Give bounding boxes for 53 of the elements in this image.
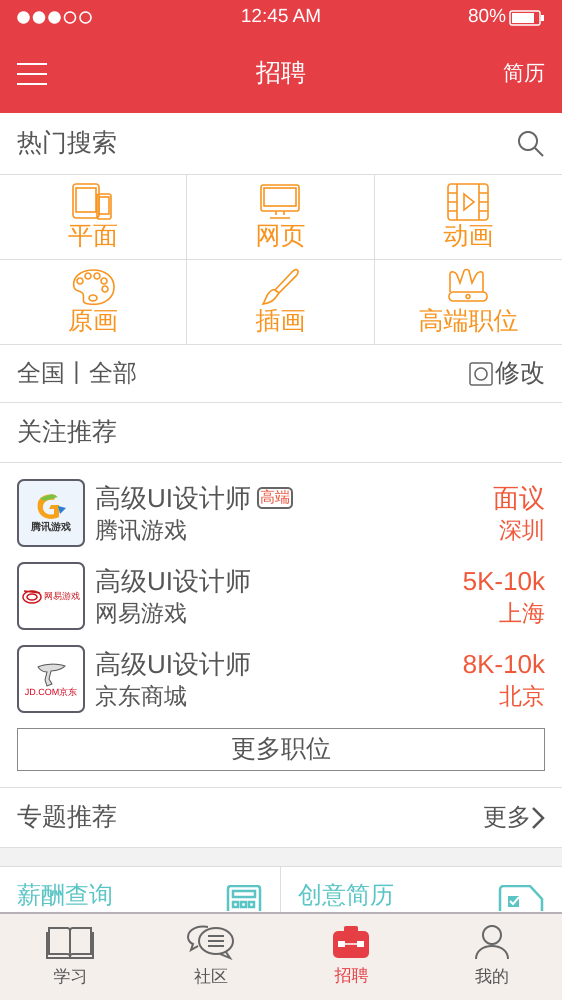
salary: 5K-10k bbox=[462, 565, 545, 598]
company-name: 网易游戏 bbox=[95, 599, 188, 628]
company-name: 京东商城 bbox=[95, 682, 188, 711]
chat-bubbles-icon bbox=[186, 924, 236, 960]
job-item[interactable]: 网易游戏 高级UI设计师 网易游戏 5K-10k 上海 bbox=[17, 562, 545, 630]
tab-item[interactable]: 招聘 bbox=[281, 914, 422, 1000]
logo-mark-icon bbox=[22, 588, 42, 604]
section-title: 热门搜索 bbox=[17, 128, 117, 159]
city: 北京 bbox=[499, 682, 545, 711]
salary: 面议 bbox=[493, 482, 545, 515]
job-title: 高级UI设计师 bbox=[95, 482, 251, 515]
calculator-icon bbox=[226, 885, 262, 911]
section-title: 专题推荐 bbox=[17, 802, 117, 833]
job-item[interactable]: JD.COM京东 高级UI设计师 京东商城 8K-10k 北京 bbox=[17, 645, 545, 713]
logo-text: 网易游戏 bbox=[44, 590, 80, 602]
city: 深圳 bbox=[499, 516, 545, 545]
category-item[interactable]: 动画 bbox=[374, 175, 562, 260]
page-title: 招聘 bbox=[256, 58, 306, 90]
company-name: 腾讯游戏 bbox=[95, 516, 188, 545]
battery-percent: 80% bbox=[468, 5, 506, 30]
toolbox-icon bbox=[332, 925, 370, 960]
category-item[interactable]: 网页 bbox=[187, 175, 375, 260]
salary: 8K-10k bbox=[462, 648, 545, 681]
resume-link[interactable]: 简历 bbox=[503, 58, 545, 90]
paintbrush-icon bbox=[259, 268, 302, 306]
region-value: 全国丨全部 bbox=[17, 358, 137, 388]
menu-icon[interactable] bbox=[17, 62, 47, 86]
logo-text: 腾讯游戏 bbox=[31, 522, 71, 534]
palette-icon bbox=[71, 268, 116, 306]
section-title: 关注推荐 bbox=[17, 416, 117, 448]
city: 上海 bbox=[499, 599, 545, 628]
search-icon[interactable] bbox=[517, 130, 545, 158]
signal-icon bbox=[17, 11, 93, 24]
job-tag: 高端 bbox=[257, 487, 293, 509]
job-title: 高级UI设计师 bbox=[95, 565, 251, 598]
status-time: 12:45 AM bbox=[240, 5, 322, 30]
job-item[interactable]: 腾讯游戏 高级UI设计师 高端 腾讯游戏 面议 深圳 bbox=[17, 479, 545, 547]
film-play-icon bbox=[447, 183, 490, 221]
chevron-right-icon bbox=[531, 806, 545, 830]
tab-item[interactable]: 我的 bbox=[422, 914, 562, 1000]
monitor-icon bbox=[259, 183, 302, 221]
more-link[interactable]: 更多 bbox=[483, 800, 545, 836]
battery-icon bbox=[509, 10, 545, 26]
edit-button[interactable]: 修改 bbox=[469, 354, 545, 392]
category-item[interactable]: 平面 bbox=[0, 175, 188, 260]
tab-item[interactable]: 社区 bbox=[140, 914, 281, 1000]
logo-text: JD.COM京东 bbox=[24, 686, 78, 698]
job-title: 高级UI设计师 bbox=[95, 648, 251, 681]
tab-item[interactable]: 学习 bbox=[0, 914, 140, 1000]
person-icon bbox=[474, 924, 510, 960]
book-icon bbox=[46, 924, 94, 960]
more-jobs-button[interactable]: 更多职位 bbox=[17, 728, 545, 771]
topic-card[interactable]: 创意简历 bbox=[281, 867, 562, 912]
